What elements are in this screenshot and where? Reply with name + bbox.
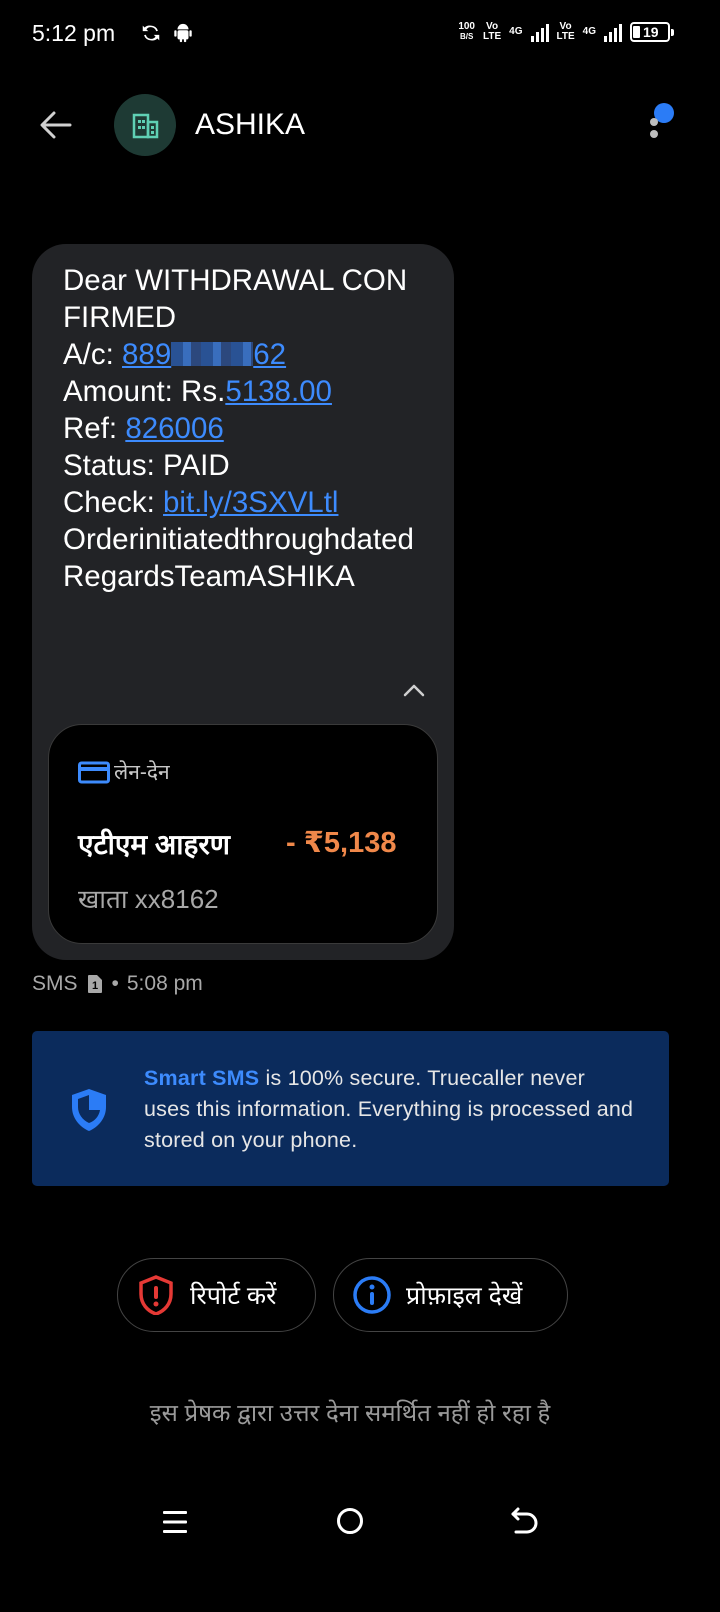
account-number-link[interactable]: 889 62 [122,338,286,371]
status-left-icons [140,22,194,44]
sim2-signal-icon [604,22,622,42]
report-shield-icon [139,1275,173,1315]
sim1-signal-icon [530,22,549,42]
ref-link[interactable]: 826006 [125,412,223,445]
check-line: Check: bit.ly/3SXVLtl [63,484,423,521]
nav-back-icon[interactable] [510,1505,540,1535]
profile-label: प्रोफ़ाइल देखें [406,1282,523,1310]
ref-label: Ref: [63,412,126,445]
amount-line: Amount: Rs.5138.00 [63,373,423,410]
sim-number: 1 [91,980,97,992]
building-icon [132,113,159,139]
sim1-volte: Vo LTE [483,22,501,42]
network-speed: 100 B/S [458,22,475,42]
report-button[interactable]: रिपोर्ट करें [117,1258,316,1332]
check-url-link[interactable]: bit.ly/3SXVLtl [163,486,338,519]
account-label: A/c: [63,338,123,371]
sim-card-icon: 1 [87,975,102,993]
message-time: 5:08 pm [126,972,203,995]
speed-unit: B/S [459,32,474,41]
battery-icon: 19 [630,22,674,42]
status-time: 5:12 pm [32,20,116,46]
sim2-net: 4G [582,26,596,37]
transaction-title: एटीएम आहरण [78,829,231,860]
meta-separator: • [111,972,119,995]
status-line: Status: PAID [63,449,230,482]
sim2-volte: Vo LTE [557,22,575,42]
banner-highlight: Smart SMS [144,1066,260,1090]
redacted-block [171,342,254,366]
battery-level: 19 [643,24,659,40]
back-arrow-icon[interactable] [38,108,72,142]
sync-icon [142,25,160,41]
android-icon [174,23,192,43]
chevron-up-icon[interactable] [400,680,428,700]
status-right-icons: 100 B/S Vo LTE 4G Vo LTE 4G 19 [458,22,674,42]
amount-link[interactable]: 5138.00 [225,375,332,408]
shield-icon [72,1089,106,1131]
nav-home-icon[interactable] [335,1506,365,1536]
avatar[interactable] [114,94,176,156]
check-label: Check: [63,486,164,519]
nav-recents-icon[interactable] [162,1508,188,1536]
amount-label: Amount: Rs. [63,375,226,408]
account-suffix: 62 [253,338,287,371]
message-line-1: Dear WITHDRAWAL CONFIRMED [63,264,408,334]
account-prefix: 889 [122,338,172,371]
banner-text: Smart SMS is 100% secure. Truecaller nev… [144,1063,634,1156]
report-label: रिपोर्ट करें [190,1282,277,1310]
sim1-net: 4G [509,26,523,37]
transaction-account: खाता xx8162 [78,884,219,914]
transaction-tag: लेन-देन [78,758,170,786]
credit-card-icon [78,761,110,784]
message-channel: SMS [32,972,78,995]
ref-line: Ref: 826006 [63,410,423,447]
sim2-bottom: LTE [556,31,575,42]
reply-not-supported-note: इस प्रेषक द्वारा उत्तर देना समर्थित नहीं… [149,1400,551,1427]
sim1-bottom: LTE [483,31,502,42]
message-meta: SMS 1 • 5:08 pm [32,972,203,996]
overflow-menu-icon[interactable] [644,100,680,146]
message-body: Dear WITHDRAWAL CONFIRMED A/c: 889 62 Amo… [63,262,423,595]
speed-value: 100 [458,21,475,32]
sender-name: ASHIKA [195,108,306,141]
transaction-tag-label: लेन-देन [114,761,170,784]
transaction-amount: - ₹5,138 [286,827,397,859]
message-tail: OrderinitiatedthroughdatedRegardsTeamASH… [63,523,414,593]
view-profile-button[interactable]: प्रोफ़ाइल देखें [333,1258,568,1332]
account-line: A/c: 889 62 [63,336,423,373]
info-icon [353,1276,391,1314]
